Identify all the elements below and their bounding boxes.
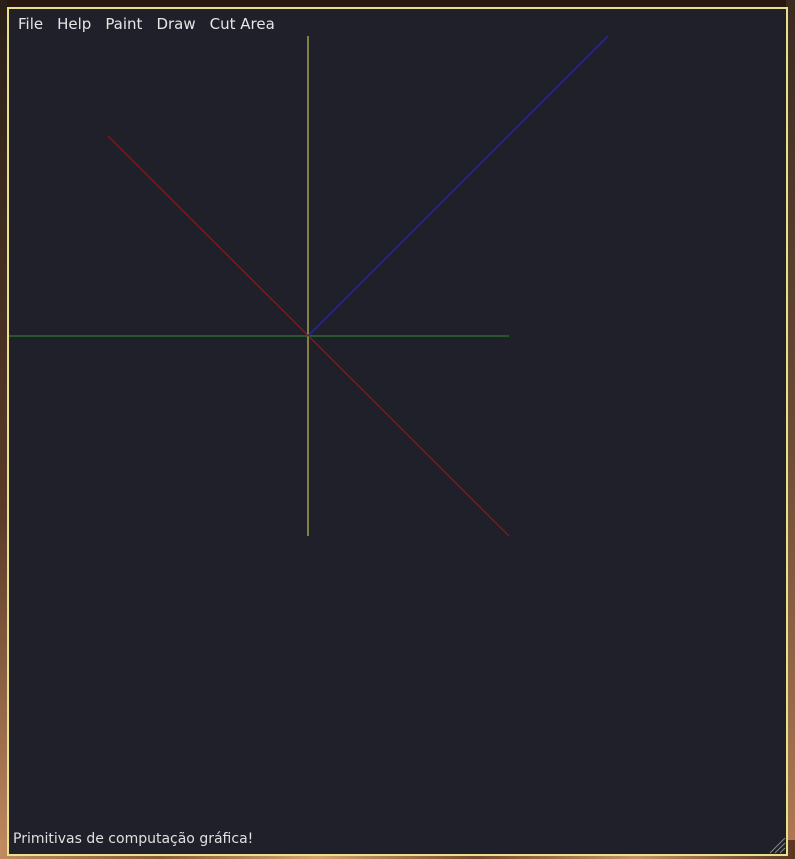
app-window: File Help Paint Draw Cut Area Primitivas… xyxy=(7,7,788,856)
drawing-canvas[interactable] xyxy=(9,9,786,854)
menu-draw[interactable]: Draw xyxy=(149,9,202,39)
desktop-wallpaper-left xyxy=(0,0,7,859)
menu-paint[interactable]: Paint xyxy=(98,9,149,39)
menu-bar: File Help Paint Draw Cut Area xyxy=(9,9,282,39)
status-bar-text: Primitivas de computação gráfica! xyxy=(13,831,254,847)
menu-cut-area[interactable]: Cut Area xyxy=(203,9,282,39)
blue-diagonal-line xyxy=(307,35,609,337)
resize-grip-icon[interactable] xyxy=(766,834,786,854)
menu-file[interactable]: File xyxy=(11,9,50,39)
menu-help[interactable]: Help xyxy=(50,9,98,39)
